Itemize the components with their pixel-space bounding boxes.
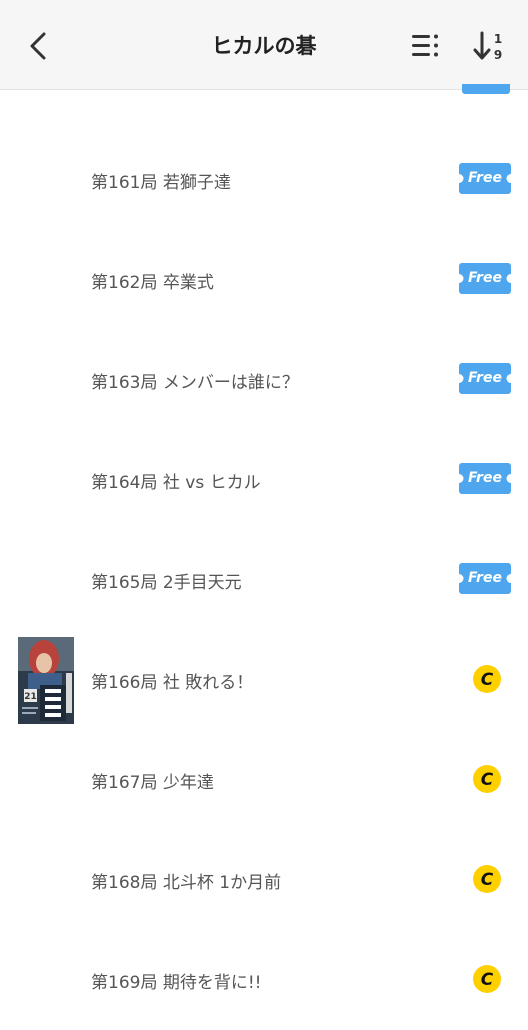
chapter-list-button[interactable] [410,30,442,62]
free-label: Free [468,270,502,286]
svg-text:C: C [481,870,494,890]
page-title: ヒカルの碁 [211,34,317,58]
chapter-title: 第168局 北斗杯 1か月前 [91,873,282,893]
chapter-title: 第169局 期待を背に!! [91,973,262,993]
sort-order-button[interactable]: 1 9 [472,28,508,64]
free-label: Free [468,170,502,186]
back-button[interactable] [22,26,58,66]
volume-cover-image: 21 [18,637,74,724]
list-item[interactable]: 第166局 社 敗れる！ C [0,630,528,730]
svg-text:C: C [481,670,494,690]
chapter-title: 第163局 メンバーは誰に？ [91,373,299,393]
list-item[interactable]: 第169局 期待を背に!! C [0,930,528,1030]
volume-number: 21 [24,692,37,702]
list-item[interactable]: 第165局 2手目天元 Free [0,530,528,630]
free-label: Free [468,370,502,386]
free-label: Free [468,470,502,486]
free-badge [462,84,510,94]
chapter-title: 第161局 若獅子達 [91,173,231,193]
list-menu-icon [412,34,438,57]
list-item[interactable]: 第168局 北斗杯 1か月前 C [0,830,528,930]
chapter-title: 第167局 少年達 [91,773,214,793]
coin-icon: C [473,665,501,693]
list-item[interactable]: 第164局 社 vs ヒカル Free [0,430,528,530]
list-item[interactable]: 第161局 若獅子達 Free [0,130,528,230]
free-label: Free [468,570,502,586]
chapter-title: 第166局 社 敗れる！ [91,673,254,693]
coin-icon: C [473,865,501,893]
coin-icon: C [473,765,501,793]
free-badge: Free [459,563,511,594]
svg-text:1: 1 [494,32,502,46]
free-badge: Free [459,263,511,294]
chapter-title: 第165局 2手目天元 [91,573,242,593]
top-bar: ヒカルの碁 1 9 [0,0,528,90]
list-item[interactable]: 第167局 少年達 C [0,730,528,830]
chapter-title: 第162局 卒業式 [91,273,214,293]
svg-text:9: 9 [494,48,502,62]
list-item[interactable]: 第162局 卒業式 Free [0,230,528,330]
free-badge: Free [459,363,511,394]
free-badge: Free [459,163,511,194]
svg-text:C: C [481,770,494,790]
chapter-title: 第164局 社 vs ヒカル [91,473,261,493]
svg-text:C: C [481,970,494,990]
coin-icon: C [473,965,501,993]
list-item[interactable]: 第163局 メンバーは誰に？ Free [0,330,528,430]
free-badge: Free [459,463,511,494]
chevron-left-icon [30,32,46,60]
sort-ascending-icon: 1 9 [473,31,502,62]
